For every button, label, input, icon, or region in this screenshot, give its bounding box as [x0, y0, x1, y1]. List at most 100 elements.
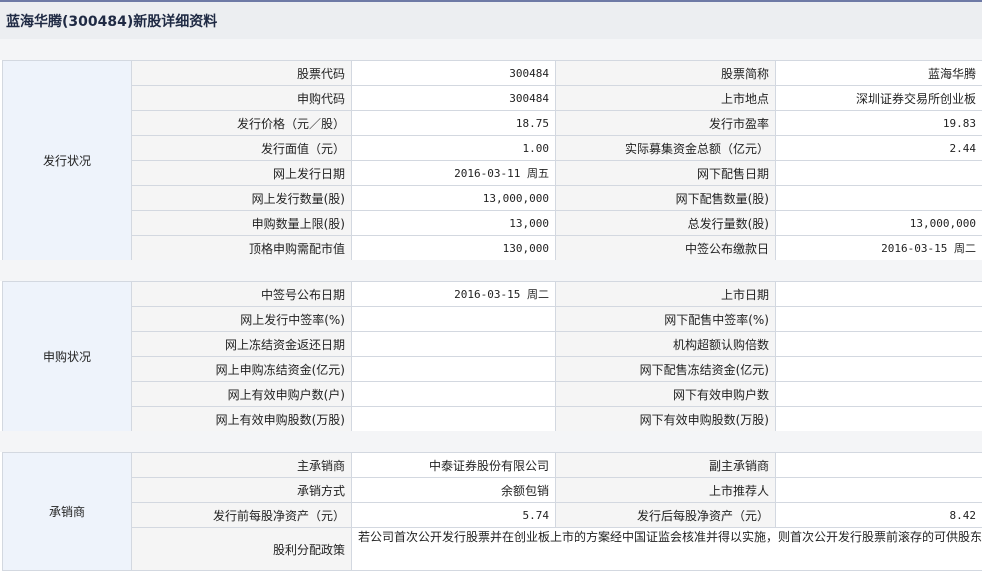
field-label: 副主承销商 [555, 452, 776, 478]
field-value: 深圳证券交易所创业板 [775, 85, 982, 111]
field-label: 承销方式 [131, 477, 352, 503]
table-row: 网上申购冻结资金(亿元) 网下配售冻结资金(亿元) [3, 356, 982, 382]
subscription-table: 申购状况 中签号公布日期 2016-03-15 周二 上市日期 网上发行中签率(%) 网下… [2, 281, 982, 432]
table-row: 网上有效申购股数(万股) 网下有效申购股数(万股) [3, 406, 982, 432]
field-label: 中签号公布日期 [131, 281, 352, 307]
field-label: 发行价格（元／股） [131, 110, 352, 136]
group-label: 申购状况 [2, 281, 132, 432]
field-label: 网下配售冻结资金(亿元) [555, 356, 776, 382]
field-label: 发行前每股净资产（元） [131, 502, 352, 528]
table-row: 申购状况 中签号公布日期 2016-03-15 周二 上市日期 [2, 281, 982, 432]
field-label: 发行市盈率 [555, 110, 776, 136]
dividend-policy-text: 若公司首次公开发行股票并在创业板上市的方案经中国证监会核准并得以实施，则首次公开… [351, 527, 982, 571]
field-value: 2016-03-11 周五 [351, 160, 556, 186]
field-label: 顶格申购需配市值 [131, 235, 352, 261]
field-value [775, 381, 982, 407]
underwriter-table: 承销商 主承销商 中泰证券股份有限公司 副主承销商 承销方式 余额包销 上市推荐人 发行前每股… [2, 452, 982, 571]
table-row: 网上发行日期 2016-03-11 周五 网下配售日期 [3, 160, 982, 186]
section-gap [0, 431, 982, 452]
field-value: 2.44 [775, 135, 982, 161]
field-label: 上市地点 [555, 85, 776, 111]
issue-table: 发行状况 股票代码 300484 股票简称 蓝海华腾 申购代码 300484 上市地点 深圳证券… [2, 60, 982, 261]
field-value: 蓝海华腾 [775, 60, 982, 86]
group-label: 承销商 [2, 452, 132, 571]
field-label: 发行面值（元） [131, 135, 352, 161]
field-label: 网上有效申购股数(万股) [131, 406, 352, 432]
table-row: 承销方式 余额包销 上市推荐人 [3, 477, 982, 503]
field-value: 13,000 [351, 210, 556, 236]
table-row: 申购代码 300484 上市地点 深圳证券交易所创业板 [3, 85, 982, 111]
field-label: 网上发行中签率(%) [131, 306, 352, 332]
page-title: 蓝海华腾(300484)新股详细资料 [6, 14, 218, 30]
field-value [775, 306, 982, 332]
field-value: 2016-03-15 周二 [351, 281, 556, 307]
field-label: 总发行量数(股) [555, 210, 776, 236]
field-label: 网下配售日期 [555, 160, 776, 186]
table-row: 申购数量上限(股) 13,000 总发行量数(股) 13,000,000 [3, 210, 982, 236]
field-value [775, 281, 982, 307]
field-value: 19.83 [775, 110, 982, 136]
field-label: 网上有效申购户数(户) [131, 381, 352, 407]
field-value: 2016-03-15 周二 [775, 235, 982, 261]
field-value [775, 477, 982, 503]
field-label: 申购代码 [131, 85, 352, 111]
field-label: 上市推荐人 [555, 477, 776, 503]
field-value [351, 356, 556, 382]
field-value: 18.75 [351, 110, 556, 136]
field-value: 300484 [351, 85, 556, 111]
table-row: 顶格申购需配市值 130,000 中签公布缴款日 2016-03-15 周二 [3, 235, 982, 261]
table-row: 承销商 主承销商 中泰证券股份有限公司 副主承销商 [2, 452, 982, 571]
table-row: 发行状况 股票代码 300484 股票简称 蓝海华腾 [2, 60, 982, 261]
field-value: 5.74 [351, 502, 556, 528]
table-row: 发行价格（元／股） 18.75 发行市盈率 19.83 [3, 110, 982, 136]
group-label: 发行状况 [2, 60, 132, 261]
field-label: 网上冻结资金返还日期 [131, 331, 352, 357]
field-value [775, 331, 982, 357]
title-bar: 蓝海华腾(300484)新股详细资料 [0, 2, 982, 39]
page: 蓝海华腾(300484)新股详细资料 发行状况 股票代码 300484 股票简称 蓝海华… [0, 0, 982, 577]
field-value [351, 406, 556, 432]
field-label: 网下配售中签率(%) [555, 306, 776, 332]
field-label: 中签公布缴款日 [555, 235, 776, 261]
table-row: 网上发行数量(股) 13,000,000 网下配售数量(股) [3, 185, 982, 211]
field-label: 上市日期 [555, 281, 776, 307]
field-value [775, 185, 982, 211]
section-gap [0, 39, 982, 60]
table-row: 网上发行中签率(%) 网下配售中签率(%) [3, 306, 982, 332]
field-label: 申购数量上限(股) [131, 210, 352, 236]
field-label: 网下有效申购股数(万股) [555, 406, 776, 432]
field-value: 13,000,000 [775, 210, 982, 236]
field-label: 网上发行日期 [131, 160, 352, 186]
field-value [775, 356, 982, 382]
table-row: 股利分配政策 若公司首次公开发行股票并在创业板上市的方案经中国证监会核准并得以实施… [3, 527, 982, 571]
table-row: 网上有效申购户数(户) 网下有效申购户数 [3, 381, 982, 407]
field-label: 实际募集资金总额（亿元） [555, 135, 776, 161]
field-value: 1.00 [351, 135, 556, 161]
field-label: 机构超额认购倍数 [555, 331, 776, 357]
field-label: 网下有效申购户数 [555, 381, 776, 407]
field-value [775, 406, 982, 432]
field-value [351, 381, 556, 407]
field-label: 股利分配政策 [131, 527, 352, 571]
field-value: 中泰证券股份有限公司 [351, 452, 556, 478]
field-value: 13,000,000 [351, 185, 556, 211]
field-label: 发行后每股净资产（元） [555, 502, 776, 528]
field-value [775, 452, 982, 478]
table-row: 网上冻结资金返还日期 机构超额认购倍数 [3, 331, 982, 357]
field-value [775, 160, 982, 186]
field-label: 股票代码 [131, 60, 352, 86]
field-label: 网上发行数量(股) [131, 185, 352, 211]
table-row: 发行面值（元） 1.00 实际募集资金总额（亿元） 2.44 [3, 135, 982, 161]
field-value: 130,000 [351, 235, 556, 261]
field-label: 网上申购冻结资金(亿元) [131, 356, 352, 382]
section-gap [0, 260, 982, 281]
table-row: 发行前每股净资产（元） 5.74 发行后每股净资产（元） 8.42 [3, 502, 982, 528]
field-label: 主承销商 [131, 452, 352, 478]
field-label: 网下配售数量(股) [555, 185, 776, 211]
field-value [351, 331, 556, 357]
field-value: 300484 [351, 60, 556, 86]
field-value [351, 306, 556, 332]
field-value: 余额包销 [351, 477, 556, 503]
field-value: 8.42 [775, 502, 982, 528]
field-label: 股票简称 [555, 60, 776, 86]
